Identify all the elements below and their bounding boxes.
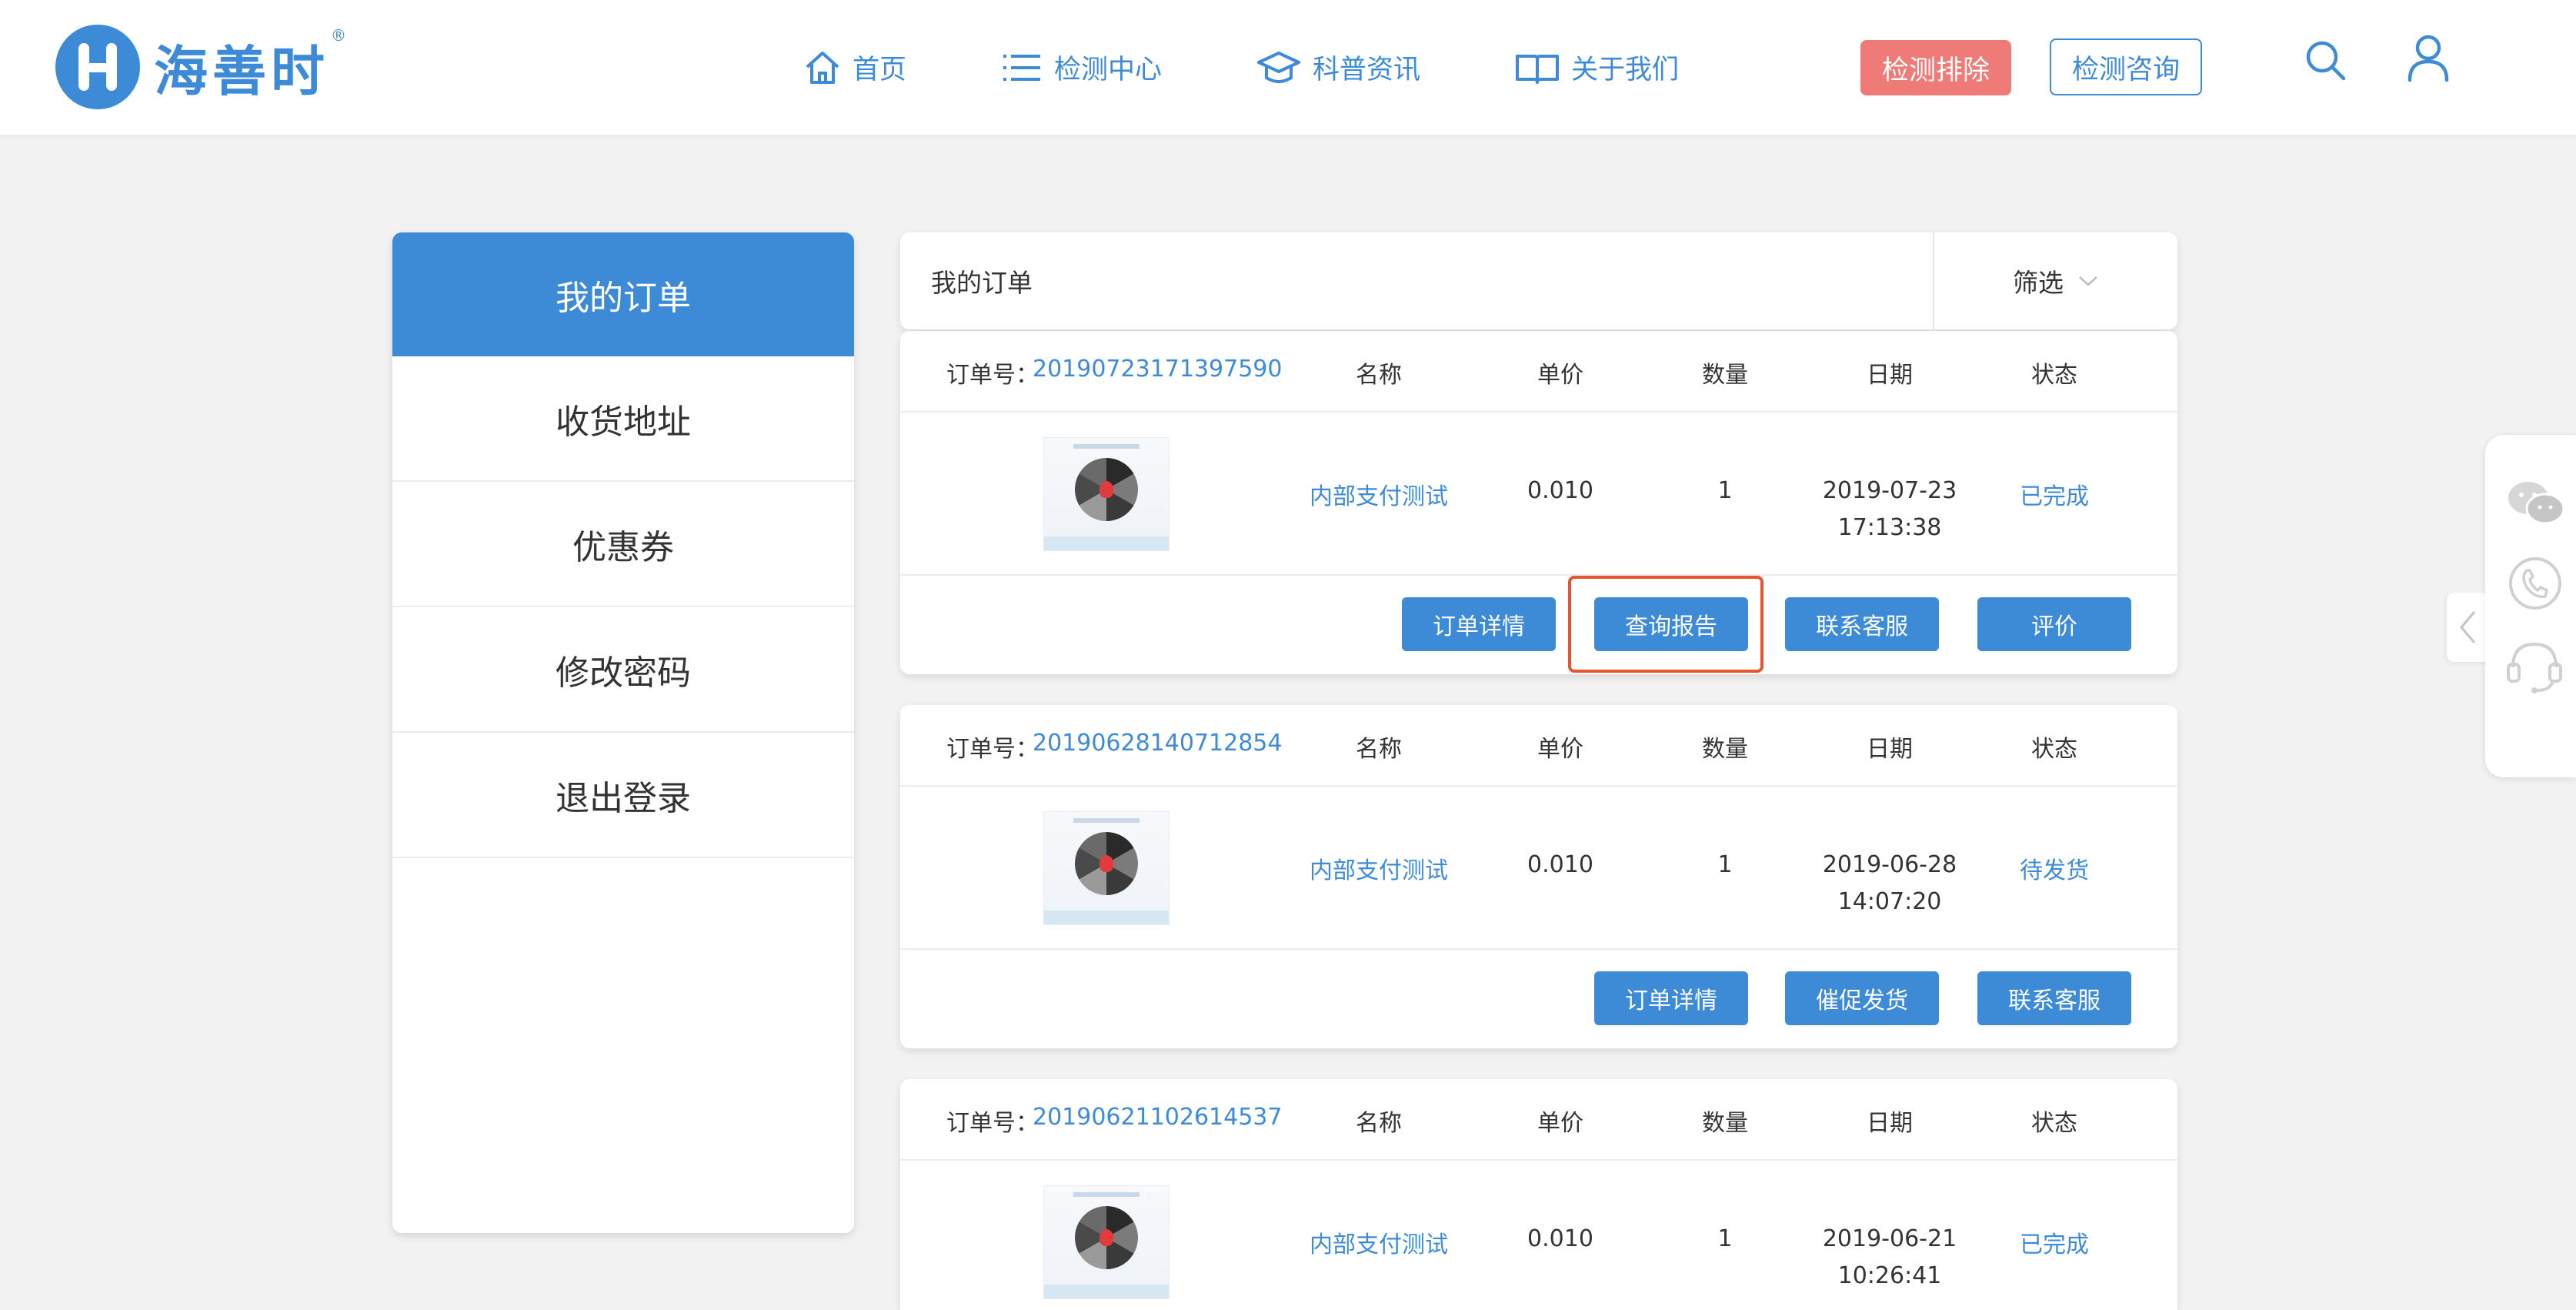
top-header: 海善时 ® 首页 检测中心 科普资讯 关于我们 检测排除 检测咨询	[0, 0, 2576, 135]
sidebar-item-address[interactable]: 收货地址	[392, 356, 854, 482]
column-date: 日期	[1867, 736, 1913, 763]
order-time: 10:26:41	[1837, 1262, 1942, 1289]
book-icon	[1516, 54, 1559, 84]
page-title: 我的订单	[931, 268, 1033, 298]
customer-service-icon[interactable]	[2504, 637, 2565, 695]
logo-icon	[55, 25, 140, 109]
column-price: 单价	[1537, 736, 1583, 763]
product-price: 0.010	[1527, 477, 1593, 504]
order-detail-button[interactable]: 订单详情	[1594, 971, 1748, 1025]
order-no-label: 订单号：	[946, 736, 1039, 763]
nav-home[interactable]: 首页	[803, 48, 906, 87]
nav-about-us-label: 关于我们	[1571, 55, 1680, 85]
column-price: 单价	[1537, 1110, 1583, 1137]
test-consult-button[interactable]: 检测咨询	[2050, 38, 2202, 95]
order-card-3: 订单号： 20190621102614537 名称 单价 数量 日期 状态 内部…	[900, 1079, 2177, 1310]
wechat-icon[interactable]	[2505, 476, 2567, 530]
product-price: 0.010	[1527, 851, 1593, 878]
phone-icon[interactable]	[2507, 555, 2564, 612]
order-card-2: 订单号： 20190628140712854 名称 单价 数量 日期 状态 内部…	[900, 705, 2177, 1048]
column-qty: 数量	[1702, 362, 1748, 389]
order-detail-button[interactable]: 订单详情	[1402, 597, 1556, 651]
column-name: 名称	[1356, 736, 1402, 763]
order-number[interactable]: 20190723171397590	[1033, 356, 1282, 383]
order-header: 订单号： 20190621102614537 名称 单价 数量 日期 状态	[900, 1079, 2177, 1161]
sidebar-item-logout[interactable]: 退出登录	[392, 733, 854, 858]
user-icon[interactable]	[2405, 34, 2451, 83]
home-icon	[806, 51, 839, 84]
order-actions: 订单详情 催促发货 联系客服	[900, 950, 2177, 1048]
column-price: 单价	[1537, 362, 1583, 389]
test-exclude-button[interactable]: 检测排除	[1860, 40, 2011, 95]
account-sidebar: 我的订单 收货地址 优惠券 修改密码 退出登录	[392, 232, 854, 1233]
float-bar-toggle[interactable]	[2447, 593, 2490, 662]
order-time: 17:13:38	[1837, 514, 1942, 541]
highlight-box	[1568, 576, 1763, 673]
column-status: 状态	[2031, 362, 2077, 389]
logo-registered-mark: ®	[331, 26, 346, 45]
order-status[interactable]: 待发货	[2020, 851, 2089, 885]
product-price: 0.010	[1527, 1225, 1593, 1252]
filter-dropdown[interactable]: 筛选	[1934, 232, 2177, 329]
column-qty: 数量	[1702, 736, 1748, 763]
order-status[interactable]: 已完成	[2020, 477, 2089, 511]
order-date: 2019-06-21	[1822, 1225, 1957, 1252]
product-name-link[interactable]: 内部支付测试	[1310, 851, 1448, 885]
product-thumbnail[interactable]	[1043, 437, 1170, 551]
nav-home-label: 首页	[853, 55, 907, 85]
nav-science-news-label: 科普资讯	[1313, 55, 1421, 85]
order-number[interactable]: 20190621102614537	[1033, 1104, 1282, 1131]
nav-science-news[interactable]: 科普资讯	[1256, 48, 1420, 87]
order-date: 2019-07-23	[1822, 477, 1957, 504]
column-name: 名称	[1356, 362, 1402, 389]
column-name: 名称	[1356, 1110, 1402, 1137]
sidebar-item-my-orders[interactable]: 我的订单	[392, 232, 854, 356]
orders-title-bar: 我的订单 筛选	[900, 232, 2177, 329]
order-number[interactable]: 20190628140712854	[1033, 730, 1282, 757]
nav-about-us[interactable]: 关于我们	[1514, 48, 1679, 87]
chevron-left-icon	[2460, 611, 2476, 643]
product-thumbnail[interactable]	[1043, 1185, 1170, 1299]
order-header: 订单号： 20190628140712854 名称 单价 数量 日期 状态	[900, 705, 2177, 787]
contact-service-button[interactable]: 联系客服	[1977, 971, 2131, 1025]
product-name-link[interactable]: 内部支付测试	[1310, 477, 1448, 511]
product-name-link[interactable]: 内部支付测试	[1310, 1225, 1448, 1259]
search-icon[interactable]	[2302, 37, 2348, 83]
order-item-row: 内部支付测试 0.010 1 2019-06-21 10:26:41 已完成	[900, 1161, 2177, 1310]
contact-service-button[interactable]: 联系客服	[1785, 597, 1939, 651]
nav-test-center[interactable]: 检测中心	[1000, 48, 1162, 87]
order-card-1: 订单号： 20190723171397590 名称 单价 数量 日期 状态 内部…	[900, 331, 2177, 674]
order-actions: 订单详情 查询报告 联系客服 评价	[900, 576, 2177, 674]
order-no-label: 订单号：	[946, 1110, 1039, 1137]
floating-contact-bar	[2485, 435, 2576, 777]
nav-test-center-label: 检测中心	[1054, 55, 1163, 85]
order-item-row: 内部支付测试 0.010 1 2019-06-28 14:07:20 待发货	[900, 787, 2177, 950]
order-header: 订单号： 20190723171397590 名称 单价 数量 日期 状态	[900, 331, 2177, 413]
filter-label: 筛选	[2013, 268, 2064, 298]
list-icon	[1003, 54, 1040, 81]
order-date: 2019-06-28	[1822, 851, 1957, 878]
urge-shipping-button[interactable]: 催促发货	[1785, 971, 1939, 1025]
product-thumbnail[interactable]	[1043, 811, 1170, 925]
column-qty: 数量	[1702, 1110, 1748, 1137]
order-time: 14:07:20	[1837, 888, 1942, 915]
order-item-row: 内部支付测试 0.010 1 2019-07-23 17:13:38 已完成	[900, 413, 2177, 576]
logo[interactable]: 海善时 ®	[55, 22, 346, 112]
product-qty: 1	[1717, 477, 1733, 504]
column-status: 状态	[2031, 1110, 2077, 1137]
sidebar-item-change-password[interactable]: 修改密码	[392, 607, 854, 733]
column-date: 日期	[1867, 362, 1913, 389]
product-qty: 1	[1717, 1225, 1733, 1252]
order-no-label: 订单号：	[946, 362, 1039, 389]
column-status: 状态	[2031, 736, 2077, 763]
product-qty: 1	[1717, 851, 1733, 878]
review-button[interactable]: 评价	[1977, 597, 2131, 651]
chevron-down-icon	[2079, 276, 2097, 286]
order-status[interactable]: 已完成	[2020, 1225, 2089, 1259]
sidebar-item-coupons[interactable]: 优惠券	[392, 482, 854, 607]
column-date: 日期	[1867, 1110, 1913, 1137]
graduation-cap-icon	[1257, 51, 1300, 83]
logo-text: 海善时	[154, 39, 329, 103]
